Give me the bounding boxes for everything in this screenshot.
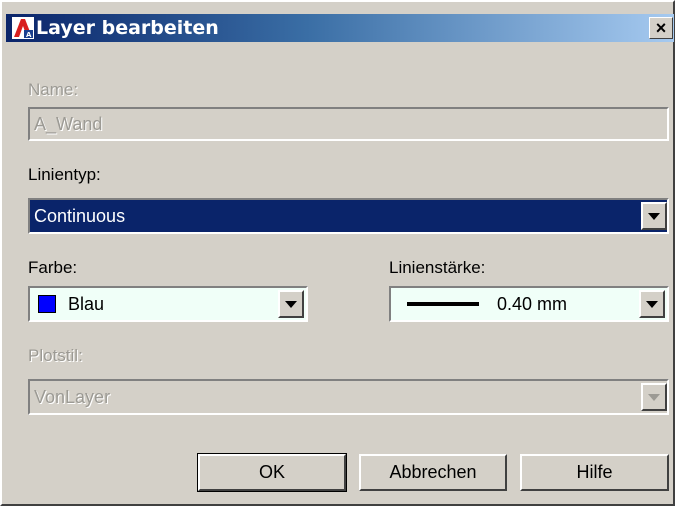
color-dropdown[interactable]: Blau xyxy=(28,286,308,322)
name-label: Name: xyxy=(28,80,79,99)
lineweight-dropdown-button[interactable] xyxy=(639,290,665,318)
linetype-label: Linientyp: xyxy=(28,165,101,184)
plotstyle-dropdown-button[interactable] xyxy=(641,383,667,411)
name-value: A_Wand xyxy=(34,114,103,134)
help-button[interactable]: Hilfe xyxy=(520,454,669,491)
autocad-icon: A xyxy=(12,17,34,39)
color-value: Blau xyxy=(68,294,105,314)
lineweight-label: Linienstärke: xyxy=(389,258,486,277)
ok-button[interactable]: OK xyxy=(197,453,347,492)
plotstyle-value: VonLayer xyxy=(34,387,111,407)
lineweight-value: 0.40 mm xyxy=(497,294,568,314)
linetype-dropdown[interactable]: Continuous xyxy=(28,198,669,234)
color-label: Farbe: xyxy=(28,258,78,277)
linetype-dropdown-button[interactable] xyxy=(641,202,667,230)
chevron-down-icon xyxy=(648,213,660,220)
svg-text:A: A xyxy=(26,31,32,39)
window-title: Layer bearbeiten xyxy=(36,17,219,39)
chevron-down-icon xyxy=(285,301,297,308)
lineweight-preview xyxy=(407,302,479,306)
color-dropdown-button[interactable] xyxy=(278,290,304,318)
dialog-window: A Layer bearbeiten × Name: A_Wand Linien… xyxy=(0,0,675,506)
plotstyle-label: Plotstil: xyxy=(28,346,83,365)
cancel-button[interactable]: Abbrechen xyxy=(359,454,507,491)
title-bar[interactable]: A Layer bearbeiten × xyxy=(6,14,674,42)
plotstyle-dropdown[interactable]: VonLayer xyxy=(28,379,669,415)
name-input[interactable]: A_Wand xyxy=(28,107,669,141)
color-swatch xyxy=(38,295,56,313)
lineweight-dropdown[interactable]: 0.40 mm xyxy=(389,286,669,322)
close-icon: × xyxy=(655,18,667,38)
linetype-value: Continuous xyxy=(34,206,126,226)
close-button[interactable]: × xyxy=(649,17,673,39)
chevron-down-icon xyxy=(648,394,660,401)
chevron-down-icon xyxy=(646,301,658,308)
